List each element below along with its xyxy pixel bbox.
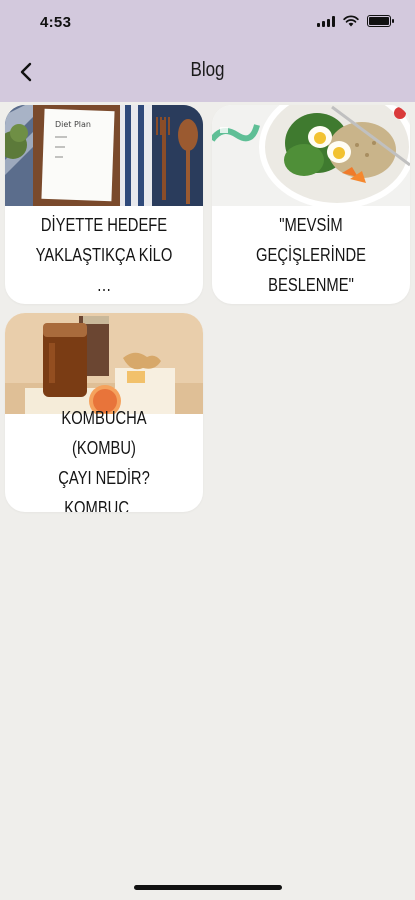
battery-icon xyxy=(367,15,394,27)
cellular-signal-icon xyxy=(317,15,335,27)
blog-post-title: KOMBUCHA (KOMBU) ÇAYI NEDİR? KOMBUC… xyxy=(58,408,150,512)
blog-post-card[interactable]: "MEVSİM GEÇİŞLERİNDE BESLENME" xyxy=(212,105,410,304)
app-header: 4:53 Blog xyxy=(0,0,415,102)
blog-post-card[interactable]: Diet Plan DİYETTE HEDEFE YAKLAŞTIKÇA KİL… xyxy=(5,105,203,304)
home-indicator xyxy=(134,885,282,890)
kombucha-image xyxy=(5,313,203,414)
blog-post-title: "MEVSİM GEÇİŞLERİNDE BESLENME" xyxy=(256,215,366,295)
blog-post-title: DİYETTE HEDEFE YAKLAŞTIKÇA KİLO … xyxy=(35,215,173,295)
blog-post-card[interactable]: KOMBUCHA (KOMBU) ÇAYI NEDİR? KOMBUC… xyxy=(5,313,203,512)
salad-bowl-image xyxy=(212,105,410,206)
page-title: Blog xyxy=(190,59,225,81)
svg-text:Diet Plan: Diet Plan xyxy=(55,120,91,129)
diet-plan-image: Diet Plan xyxy=(5,105,203,206)
wifi-icon xyxy=(343,15,359,27)
status-time: 4:53 xyxy=(40,14,72,31)
status-icons xyxy=(317,15,394,27)
